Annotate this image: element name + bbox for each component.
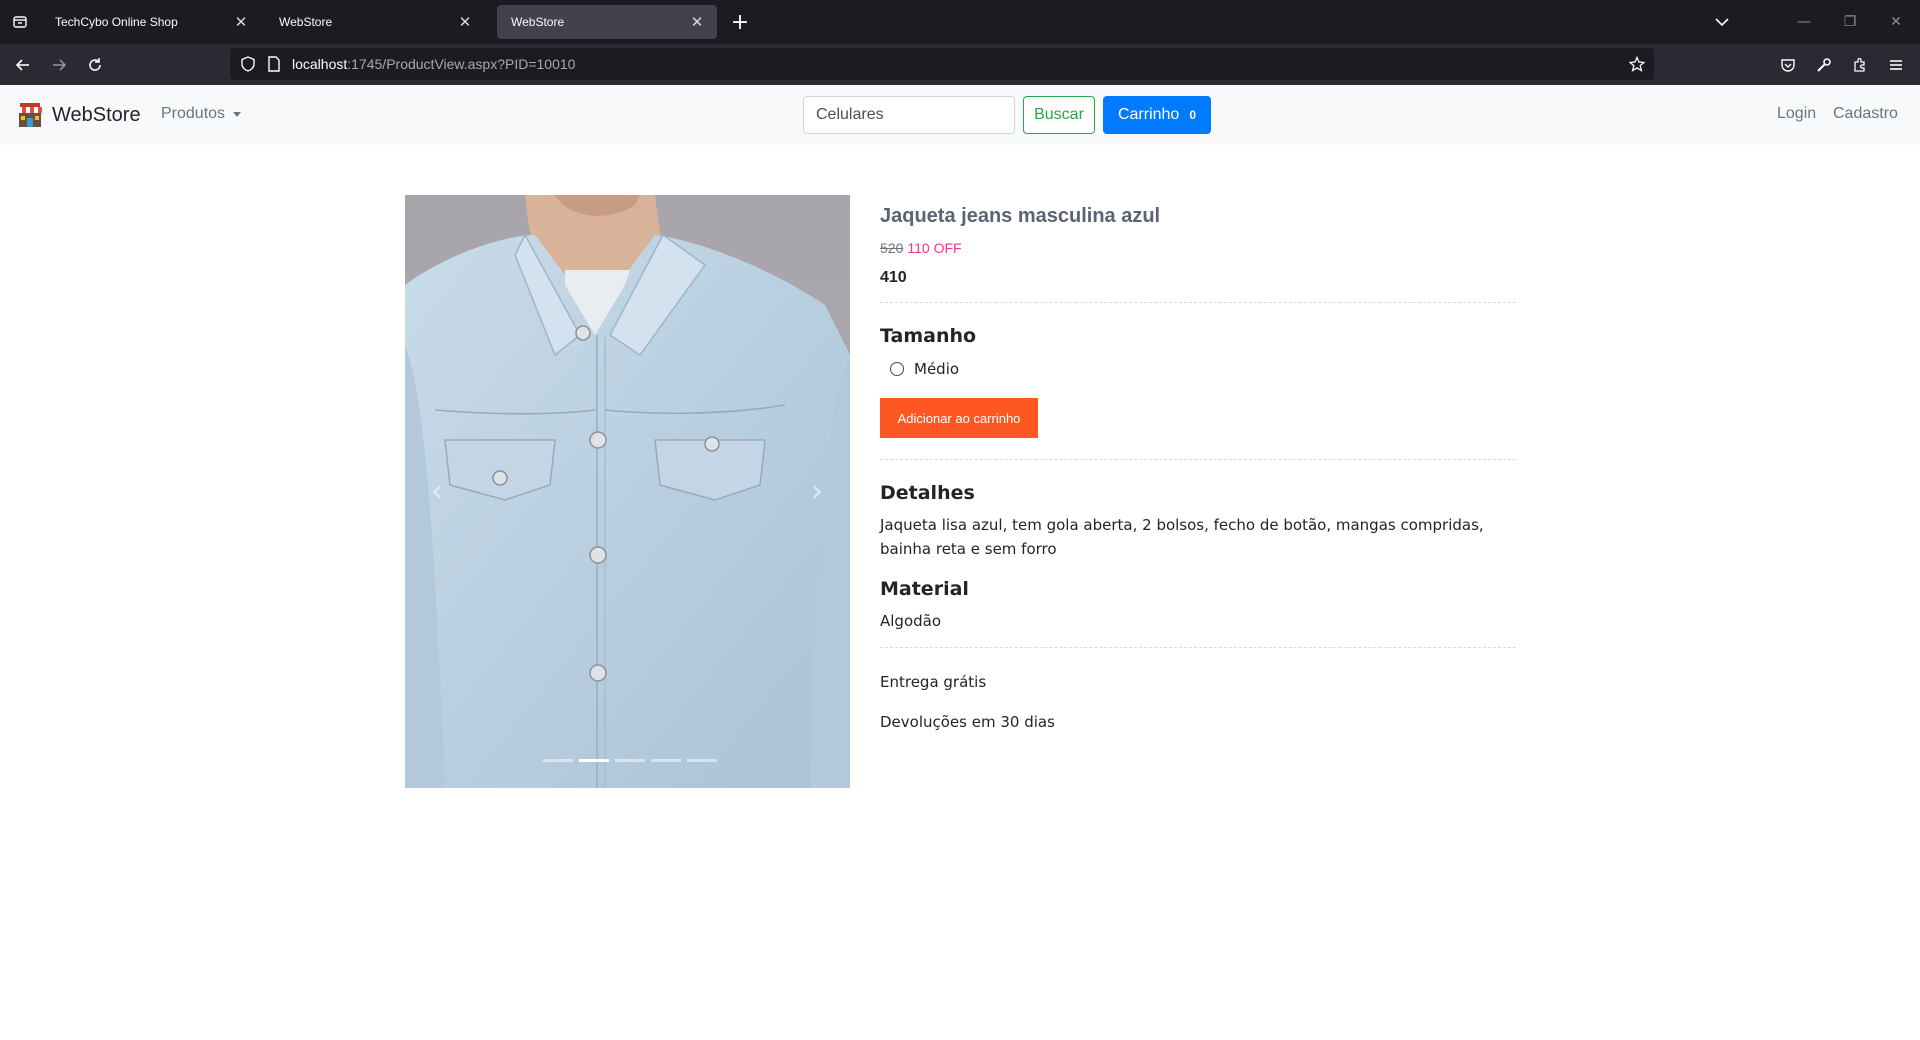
carousel-prev-icon[interactable]: ‹ — [425, 473, 449, 509]
tab-title: TechCybo Online Shop — [55, 15, 178, 29]
tab-list-icon[interactable] — [8, 8, 32, 36]
close-window-icon[interactable]: ✕ — [1876, 8, 1916, 36]
details-text: Jaqueta lisa azul, tem gola aberta, 2 bo… — [880, 516, 1484, 558]
product-image — [405, 195, 850, 788]
new-tab-icon[interactable]: + — [726, 8, 754, 36]
discount-label: 110 OFF — [907, 240, 962, 256]
details-heading: Detalhes — [880, 482, 975, 504]
size-heading: Tamanho — [880, 325, 977, 347]
browser-tab-active[interactable]: WebStore ✕ — [497, 5, 717, 39]
search-input[interactable] — [803, 96, 1015, 134]
browser-tab[interactable]: TechCybo Online Shop ✕ — [41, 5, 261, 39]
browser-toolbar: localhost:1745/ProductView.aspx?PID=1001… — [0, 44, 1920, 85]
pocket-icon[interactable] — [1773, 50, 1803, 80]
size-option-label: Médio — [914, 360, 960, 378]
restore-icon[interactable]: ❐ — [1830, 8, 1870, 36]
url-host: localhost — [292, 56, 348, 72]
menu-icon[interactable] — [1881, 50, 1911, 80]
tab-close-icon[interactable]: ✕ — [455, 12, 475, 32]
final-price: 410 — [880, 269, 907, 286]
tab-title: WebStore — [279, 15, 333, 29]
carousel-indicator[interactable] — [543, 759, 573, 762]
product-title: Jaqueta jeans masculina azul — [880, 205, 1161, 227]
material-heading: Material — [880, 578, 969, 600]
brand-name: WebStore — [52, 103, 141, 126]
extensions-icon[interactable] — [1845, 50, 1875, 80]
list-all-tabs-icon[interactable] — [1710, 8, 1734, 36]
cart-button[interactable]: Carrinho 0 — [1103, 96, 1211, 134]
caret-down-icon — [233, 111, 242, 117]
login-link[interactable]: Login — [1777, 105, 1816, 123]
products-label: Produtos — [161, 105, 226, 122]
browser-tab-bar: TechCybo Online Shop ✕ WebStore ✕ WebSto… — [0, 0, 1920, 44]
shield-icon[interactable] — [238, 54, 258, 74]
brand-link[interactable]: WebStore — [16, 101, 141, 129]
free-delivery-text: Entrega grátis — [880, 673, 987, 691]
carousel-next-icon[interactable]: › — [805, 473, 829, 509]
forward-icon[interactable] — [44, 50, 74, 80]
product-image-carousel[interactable]: ‹ › — [405, 195, 850, 788]
url-path: :1745/ProductView.aspx?PID=10010 — [347, 56, 576, 72]
store-logo-icon — [18, 103, 42, 127]
tab-close-icon[interactable]: ✕ — [231, 12, 251, 32]
size-radio[interactable] — [890, 362, 904, 376]
size-option-medium[interactable]: Médio — [890, 360, 959, 378]
cart-count-badge: 0 — [1189, 108, 1197, 122]
price-row: 520 110 OFF — [880, 240, 962, 256]
url-bar[interactable]: localhost:1745/ProductView.aspx?PID=1001… — [230, 48, 1654, 80]
material-text: Algodão — [880, 612, 942, 630]
back-icon[interactable] — [8, 50, 38, 80]
minimize-icon[interactable]: — — [1784, 8, 1824, 36]
cart-label: Carrinho — [1117, 106, 1180, 123]
page-icon[interactable] — [264, 54, 284, 74]
wrench-icon[interactable] — [1809, 50, 1839, 80]
carousel-indicators — [540, 759, 720, 762]
carousel-indicator[interactable] — [615, 759, 645, 762]
tab-title: WebStore — [511, 15, 565, 29]
returns-text: Devoluções em 30 dias — [880, 713, 1055, 731]
site-navbar: WebStore Produtos Buscar Carrinho 0 Logi… — [0, 85, 1920, 145]
url-text[interactable]: localhost:1745/ProductView.aspx?PID=1001… — [292, 56, 575, 72]
browser-tab[interactable]: WebStore ✕ — [265, 5, 485, 39]
carousel-indicator[interactable] — [651, 759, 681, 762]
tab-close-icon[interactable]: ✕ — [687, 12, 707, 32]
bookmark-star-icon[interactable] — [1627, 54, 1647, 74]
signup-link[interactable]: Cadastro — [1833, 105, 1898, 123]
divider — [880, 647, 1516, 648]
search-button[interactable]: Buscar — [1023, 96, 1095, 134]
carousel-indicator-active[interactable] — [579, 759, 609, 762]
reload-icon[interactable] — [80, 50, 110, 80]
divider — [880, 459, 1516, 460]
products-dropdown[interactable]: Produtos — [161, 105, 242, 123]
divider — [880, 302, 1516, 303]
add-to-cart-button[interactable]: Adicionar ao carrinho — [880, 398, 1038, 438]
old-price: 520 — [880, 240, 904, 256]
carousel-indicator[interactable] — [687, 759, 717, 762]
